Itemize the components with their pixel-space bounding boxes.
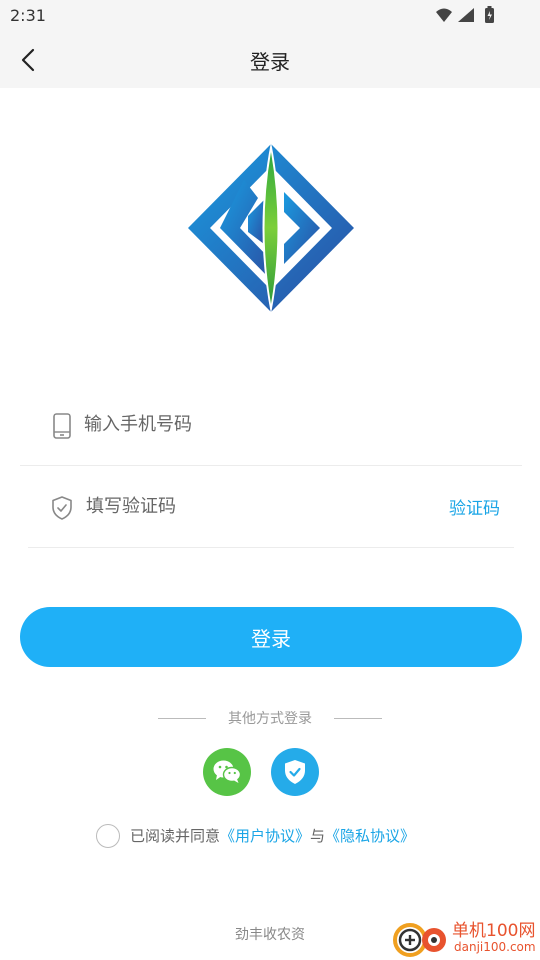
status-time: 2:31	[10, 6, 46, 25]
verification-code-input[interactable]: 填写验证码	[86, 494, 176, 520]
divider-line-right	[334, 718, 382, 719]
wechat-icon	[213, 760, 242, 783]
user-agreement-link[interactable]: 《用户协议》	[220, 827, 310, 845]
phone-icon	[53, 413, 71, 439]
phone-field[interactable]: 输入手机号码	[20, 386, 522, 466]
status-icons	[434, 6, 506, 26]
secure-login-button[interactable]	[271, 748, 319, 796]
wechat-login-button[interactable]	[203, 748, 251, 796]
agreement-text: 已阅读并同意《用户协议》与《隐私协议》	[130, 826, 415, 846]
privacy-policy-link[interactable]: 《隐私协议》	[325, 827, 415, 845]
shield-check-outline-icon	[52, 496, 72, 520]
verification-code-field[interactable]: 填写验证码 验证码	[20, 468, 522, 548]
other-login-label: 其他方式登录	[228, 711, 312, 727]
divider-line-left	[158, 718, 206, 719]
page-title: 登录	[250, 50, 290, 74]
other-login-row: 其他方式登录	[0, 708, 540, 730]
agreement-checkbox[interactable]	[96, 824, 120, 848]
cellular-signal-icon	[458, 8, 474, 22]
app-header: 登录	[0, 32, 540, 88]
phone-input[interactable]: 输入手机号码	[84, 412, 192, 438]
agreement-prefix: 已阅读并同意	[130, 827, 221, 845]
watermark-logo-icon	[393, 923, 446, 957]
watermark-name: 单机100网	[452, 921, 536, 941]
login-button[interactable]: 登录	[20, 607, 522, 667]
wifi-icon	[436, 8, 452, 22]
watermark-url: danji100.com	[454, 940, 536, 954]
battery-icon	[485, 6, 494, 23]
agreement-row: 已阅读并同意《用户协议》与《隐私协议》	[96, 822, 496, 852]
divider	[20, 465, 522, 466]
get-code-button[interactable]: 验证码	[449, 496, 500, 522]
app-logo	[184, 140, 358, 316]
divider	[28, 547, 514, 548]
agreement-conjunction: 与	[310, 827, 326, 845]
status-bar: 2:31	[0, 0, 540, 32]
site-watermark: 单机100网 danji100.com	[390, 914, 540, 960]
shield-check-icon	[285, 760, 305, 784]
